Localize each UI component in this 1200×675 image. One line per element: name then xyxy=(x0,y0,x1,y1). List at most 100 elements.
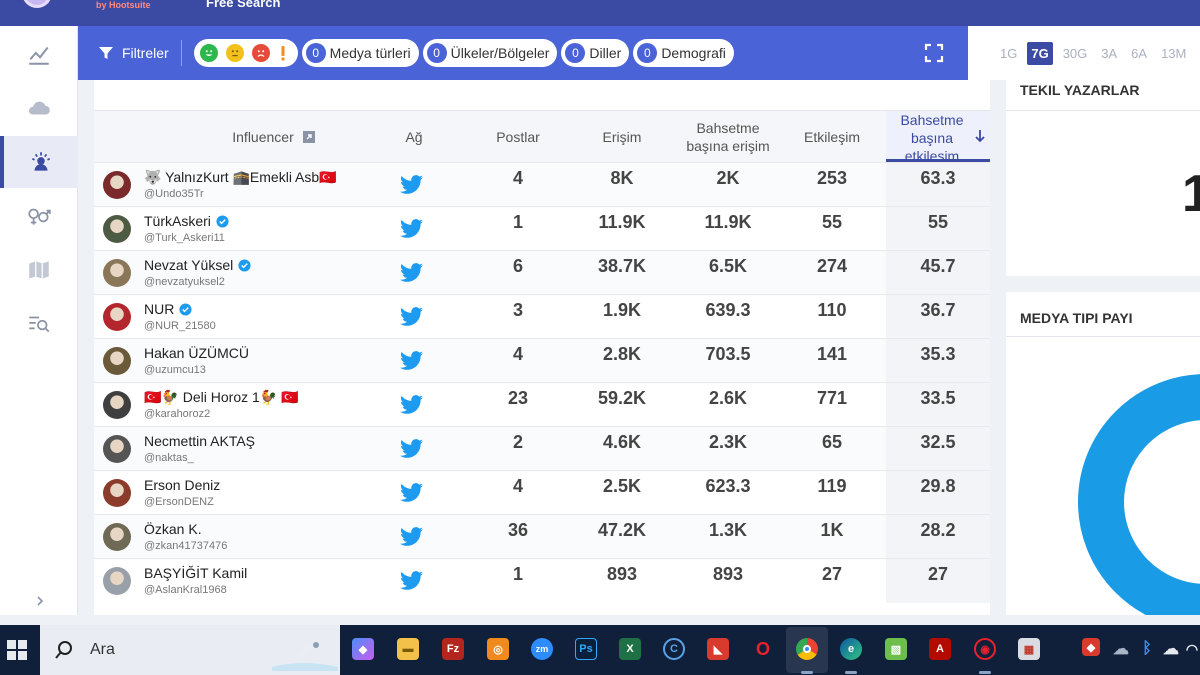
filters-button[interactable]: Filtreler xyxy=(98,45,169,61)
influencer-name[interactable]: Özkan K. xyxy=(144,521,202,537)
app-logo[interactable] xyxy=(22,0,52,8)
twitter-icon[interactable] xyxy=(400,395,424,415)
snipping-tool-icon[interactable]: ▦ xyxy=(1018,638,1040,660)
zoom-icon[interactable]: zm xyxy=(531,638,553,660)
influencer-table-card: Influencer Ağ Postlar Erişim Bahsetme ba… xyxy=(94,80,990,615)
opera-icon[interactable]: O xyxy=(752,638,774,660)
col-posts[interactable]: Postlar xyxy=(468,111,568,163)
table-row[interactable]: Nevzat Yüksel @nevzatyuksel2 6 38.7K 6.5K 274… xyxy=(94,250,990,295)
range-1d[interactable]: 1G xyxy=(996,42,1021,65)
fullscreen-button[interactable] xyxy=(924,43,944,68)
influencer-name[interactable]: 🇹🇷🐓 Deli Horoz 1🐓 🇹🇷 xyxy=(144,389,299,406)
neutral-face-icon[interactable] xyxy=(225,44,244,62)
avatar[interactable] xyxy=(103,391,131,419)
range-7d[interactable]: 7G xyxy=(1027,41,1053,65)
col-reach-per-mention[interactable]: Bahsetme başına erişim xyxy=(678,111,778,163)
avatar[interactable] xyxy=(103,523,131,551)
ccleaner-icon[interactable]: C xyxy=(663,638,685,660)
influencer-name[interactable]: Nevzat Yüksel xyxy=(144,257,251,273)
avatar[interactable] xyxy=(103,567,131,595)
range-6m[interactable]: 6A xyxy=(1127,42,1151,65)
photoshop-icon[interactable]: Ps xyxy=(575,638,597,660)
expand-nav-button[interactable] xyxy=(30,591,50,611)
nav-cloud[interactable] xyxy=(0,82,78,134)
twitter-icon[interactable] xyxy=(400,219,424,239)
table-row[interactable]: Hakan ÜZÜMCÜ @uzumcu13 4 2.8K 703.5 141 35.3 xyxy=(94,338,990,383)
avatar[interactable] xyxy=(103,215,131,243)
influencer-name[interactable]: Hakan ÜZÜMCÜ xyxy=(144,345,249,361)
twitter-icon[interactable] xyxy=(400,307,424,327)
avatar[interactable] xyxy=(103,171,131,199)
table-row[interactable]: Özkan K. @zkan41737476 36 47.2K 1.3K 1K 28.2 xyxy=(94,514,990,559)
influencer-name[interactable]: Necmettin AKTAŞ xyxy=(144,433,255,449)
notepad-green-icon[interactable]: ▧ xyxy=(885,638,907,660)
demographics-filter[interactable]: 0 Demografi xyxy=(633,39,734,67)
red-circle-app-icon[interactable]: ◉ xyxy=(974,638,996,660)
tray-app-icon[interactable]: ◆ xyxy=(1082,638,1100,656)
media-types-filter[interactable]: 0 Medya türleri xyxy=(301,39,419,67)
avatar[interactable] xyxy=(103,479,131,507)
range-3m[interactable]: 3A xyxy=(1097,42,1121,65)
twitter-icon[interactable] xyxy=(400,351,424,371)
countries-filter[interactable]: 0 Ülkeler/Bölgeler xyxy=(422,39,558,67)
chrome-icon[interactable] xyxy=(796,638,818,660)
excel-icon[interactable]: X xyxy=(619,638,641,660)
app-icon-red[interactable]: ◣ xyxy=(707,638,729,660)
languages-filter[interactable]: 0 Diller xyxy=(561,39,630,67)
influencer-name[interactable]: Erson Deniz xyxy=(144,477,220,493)
table-row[interactable]: Necmettin AKTAŞ @naktas_ 2 4.6K 2.3K 65 32.5 xyxy=(94,426,990,471)
table-row[interactable]: NUR @NUR_21580 3 1.9K 639.3 110 36.7 xyxy=(94,294,990,339)
avatar[interactable] xyxy=(103,435,131,463)
file-explorer-icon[interactable]: ▬ xyxy=(397,638,419,660)
avatar[interactable] xyxy=(103,259,131,287)
table-row[interactable]: 🇹🇷🐓 Deli Horoz 1🐓 🇹🇷 @karahoroz2 23 59.2K 2.… xyxy=(94,382,990,427)
exclamation-icon[interactable] xyxy=(278,44,288,62)
nav-map[interactable] xyxy=(0,244,78,296)
positive-face-icon[interactable] xyxy=(199,44,218,62)
col-network[interactable]: Ağ xyxy=(384,111,444,163)
col-engagement-per-mention[interactable]: Bahsetme başına etkileşim xyxy=(886,111,990,163)
table-row[interactable]: TürkAskeri @Turk_Askeri11 1 11.9K 11.9K 55 55 xyxy=(94,206,990,251)
windows-start-icon[interactable] xyxy=(6,639,28,661)
influencer-name[interactable]: NUR xyxy=(144,301,192,317)
influencer-name[interactable]: BAŞYİĞİT Kamil xyxy=(144,565,247,581)
twitter-icon[interactable] xyxy=(400,483,424,503)
table-row[interactable]: 🐺 YalnızKurt 🕋Emekli Asb🇹🇷 @Undo35Tr 4 8K 2K… xyxy=(94,162,990,207)
nav-mentions[interactable] xyxy=(0,298,78,350)
col-influencer[interactable]: Influencer xyxy=(174,111,374,163)
col-reach[interactable]: Erişim xyxy=(572,111,672,163)
twitter-icon[interactable] xyxy=(400,439,424,459)
media-type-donut[interactable] xyxy=(1076,372,1200,615)
copilot-icon[interactable]: ◆ xyxy=(352,638,374,660)
camera-app-icon[interactable]: ◎ xyxy=(487,638,509,660)
edge-icon[interactable]: e xyxy=(840,638,862,660)
filezilla-icon[interactable]: Fz xyxy=(442,638,464,660)
twitter-icon[interactable] xyxy=(400,175,424,195)
nav-trends[interactable] xyxy=(0,28,78,80)
taskbar-search[interactable]: Ara xyxy=(40,625,340,675)
sentiment-filter[interactable] xyxy=(193,39,298,67)
engagement-per-mention-value: 27 xyxy=(886,559,990,603)
influencer-name-text: Hakan ÜZÜMCÜ xyxy=(144,345,250,361)
onedrive-icon[interactable]: ☁ xyxy=(1160,638,1182,660)
influencer-name[interactable]: TürkAskeri xyxy=(144,213,229,229)
twitter-icon[interactable] xyxy=(400,263,424,283)
acrobat-icon[interactable]: A xyxy=(929,638,951,660)
external-link-icon[interactable] xyxy=(302,130,316,144)
tray-cloud-icon[interactable]: ☁ xyxy=(1110,638,1132,660)
avatar[interactable] xyxy=(103,347,131,375)
twitter-icon[interactable] xyxy=(400,527,424,547)
negative-face-icon[interactable] xyxy=(251,44,270,62)
avatar[interactable] xyxy=(103,303,131,331)
table-row[interactable]: BAŞYİĞİT Kamil @AslanKral1968 1 893 893 27 27 xyxy=(94,558,990,603)
influencer-name[interactable]: 🐺 YalnızKurt 🕋Emekli Asb🇹🇷 xyxy=(144,169,337,186)
range-30d[interactable]: 30G xyxy=(1059,42,1092,65)
wifi-icon[interactable]: ◠ xyxy=(1184,638,1200,660)
nav-influencers[interactable] xyxy=(0,136,78,188)
table-row[interactable]: Erson Deniz @ErsonDENZ 4 2.5K 623.3 119 29.8 xyxy=(94,470,990,515)
range-13m[interactable]: 13M xyxy=(1157,42,1190,65)
twitter-icon[interactable] xyxy=(400,571,424,591)
bluetooth-icon[interactable]: ᛒ xyxy=(1136,638,1158,660)
nav-demographics[interactable] xyxy=(0,190,78,242)
col-engagement[interactable]: Etkileşim xyxy=(782,111,882,163)
